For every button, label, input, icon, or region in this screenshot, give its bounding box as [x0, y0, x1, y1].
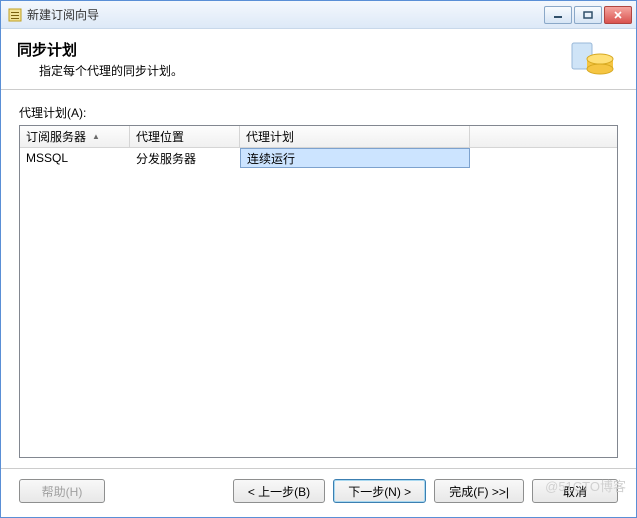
grid-header-row: 订阅服务器 ▲ 代理位置 代理计划: [20, 126, 617, 148]
nav-buttons: < 上一步(B) 下一步(N) > 完成(F) >>| 取消: [233, 479, 618, 503]
cell-schedule[interactable]: 连续运行: [240, 148, 470, 168]
column-header-server-label: 订阅服务器: [26, 128, 86, 145]
content-area: 代理计划(A): 订阅服务器 ▲ 代理位置 代理计划 MSSQL 分发服务器 连…: [1, 90, 636, 468]
maximize-button[interactable]: [574, 6, 602, 24]
dialog-window: 新建订阅向导 同步计划 指定每个代理的同步计划。: [0, 0, 637, 518]
help-button[interactable]: 帮助(H): [19, 479, 105, 503]
page-subtitle: 指定每个代理的同步计划。: [17, 62, 183, 79]
column-header-schedule-label: 代理计划: [246, 128, 294, 145]
sort-ascending-icon: ▲: [92, 132, 100, 141]
column-header-location-label: 代理位置: [136, 128, 184, 145]
window-controls: [544, 6, 632, 24]
back-button[interactable]: < 上一步(B): [233, 479, 325, 503]
cell-server: MSSQL: [20, 148, 130, 168]
titlebar: 新建订阅向导: [1, 1, 636, 29]
grid-label: 代理计划(A):: [19, 104, 618, 121]
finish-button[interactable]: 完成(F) >>|: [434, 479, 524, 503]
agent-schedule-grid[interactable]: 订阅服务器 ▲ 代理位置 代理计划 MSSQL 分发服务器 连续运行: [19, 125, 618, 458]
close-button[interactable]: [604, 6, 632, 24]
table-row[interactable]: MSSQL 分发服务器 连续运行: [20, 148, 617, 168]
minimize-button[interactable]: [544, 6, 572, 24]
wizard-header: 同步计划 指定每个代理的同步计划。: [1, 29, 636, 90]
header-graphic-icon: [568, 39, 616, 83]
column-header-schedule[interactable]: 代理计划: [240, 126, 470, 147]
titlebar-left: 新建订阅向导: [7, 6, 99, 23]
cell-location: 分发服务器: [130, 148, 240, 168]
window-title: 新建订阅向导: [27, 6, 99, 23]
next-button[interactable]: 下一步(N) >: [333, 479, 426, 503]
wizard-footer: 帮助(H) < 上一步(B) 下一步(N) > 完成(F) >>| 取消: [1, 468, 636, 517]
cancel-button[interactable]: 取消: [532, 479, 618, 503]
column-header-location[interactable]: 代理位置: [130, 126, 240, 147]
page-title: 同步计划: [17, 39, 183, 60]
app-icon: [7, 7, 23, 23]
column-header-server[interactable]: 订阅服务器 ▲: [20, 126, 130, 147]
header-text: 同步计划 指定每个代理的同步计划。: [17, 39, 183, 79]
